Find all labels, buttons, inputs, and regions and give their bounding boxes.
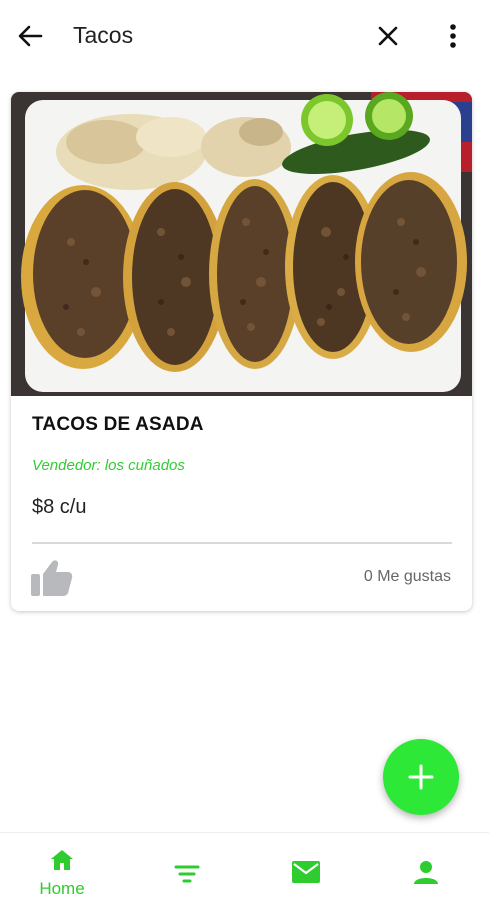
nav-home-label: Home	[39, 879, 85, 898]
plus-icon	[408, 764, 434, 790]
filter-icon	[174, 865, 200, 883]
add-button[interactable]	[383, 739, 459, 815]
bottom-navigation: Home	[0, 832, 489, 900]
vendor-label: Vendedor: los cuñados	[32, 457, 185, 474]
nav-filter[interactable]	[137, 833, 237, 900]
page-title: Tacos	[73, 22, 134, 48]
product-name: TACOS DE ASADA	[32, 414, 204, 435]
more-vert-icon[interactable]	[437, 20, 469, 52]
nav-messages[interactable]	[256, 833, 356, 900]
app-bar: Tacos	[0, 0, 489, 72]
product-price: $8 c/u	[32, 496, 87, 518]
person-icon	[414, 861, 438, 884]
tacos-photo	[11, 92, 472, 396]
product-card[interactable]: TACOS DE ASADA Vendedor: los cuñados $8 …	[11, 92, 472, 611]
arrow-left-icon[interactable]	[14, 20, 46, 52]
likes-count: 0 Me gustas	[363, 568, 451, 585]
mail-icon	[292, 861, 320, 883]
nav-home[interactable]: Home	[12, 833, 112, 900]
close-icon[interactable]	[372, 20, 404, 52]
thumbs-up-icon[interactable]	[30, 557, 74, 597]
divider	[32, 542, 452, 544]
home-icon	[51, 850, 73, 870]
nav-profile[interactable]	[376, 833, 476, 900]
